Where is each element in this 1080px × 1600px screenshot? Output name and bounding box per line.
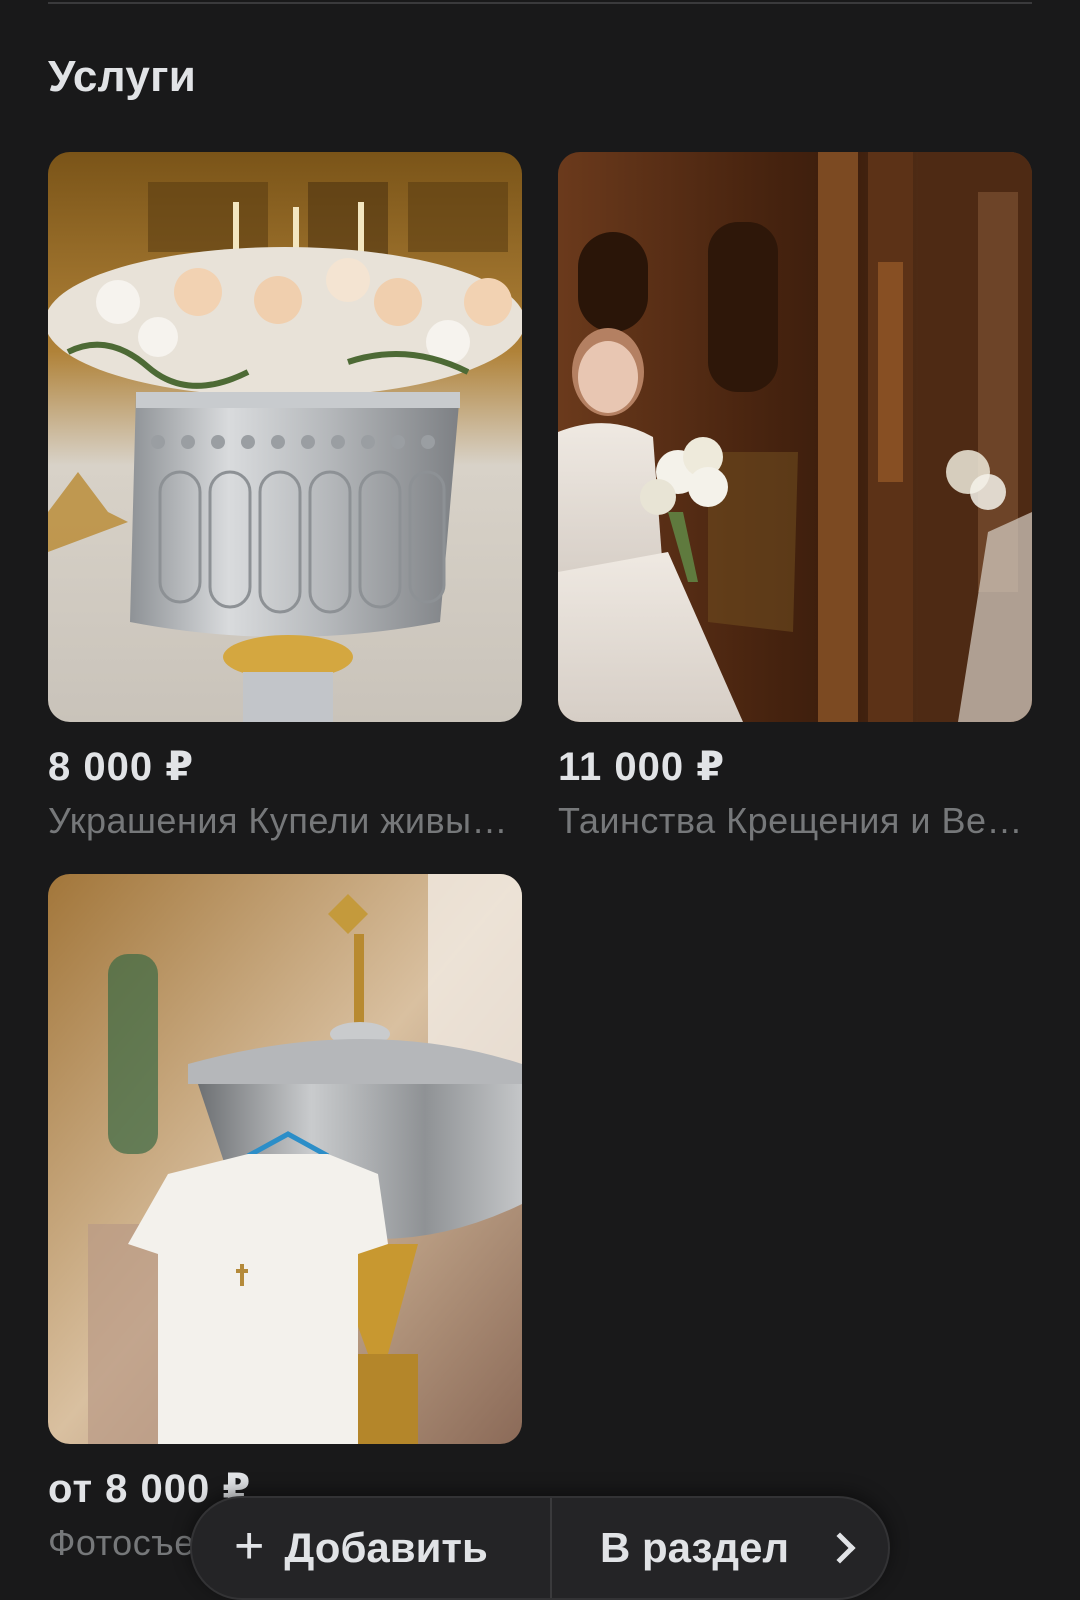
service-card[interactable]: 11 000 ₽ Таинства Крещения и Венчания — [558, 152, 1032, 842]
to-section-button[interactable]: В раздел — [552, 1498, 888, 1598]
service-name[interactable]: Таинства Крещения и Венчания — [558, 800, 1032, 842]
add-button[interactable]: + Добавить — [192, 1498, 550, 1598]
service-photo-font-gown[interactable] — [48, 874, 522, 1444]
service-price: 8 000 ₽ — [48, 745, 195, 789]
service-card[interactable]: 8 000 ₽ Украшения Купели живыми цветами — [48, 152, 522, 842]
service-photo-bride[interactable] — [558, 152, 1032, 722]
service-name[interactable]: Украшения Купели живыми цветами — [48, 800, 522, 842]
top-divider — [48, 2, 1032, 4]
to-section-button-label: В раздел — [600, 1524, 790, 1571]
section-title: Услуги — [48, 52, 197, 101]
service-card[interactable]: от 8 000 ₽ Фотосъемка — [48, 874, 522, 1564]
service-price: 11 000 ₽ — [558, 745, 726, 789]
chevron-right-icon — [824, 1532, 856, 1564]
plus-icon: + — [234, 1517, 265, 1575]
service-photo-font-flowers[interactable] — [48, 152, 522, 722]
add-button-label: Добавить — [284, 1524, 488, 1571]
action-bar: + Добавить В раздел — [190, 1496, 890, 1600]
